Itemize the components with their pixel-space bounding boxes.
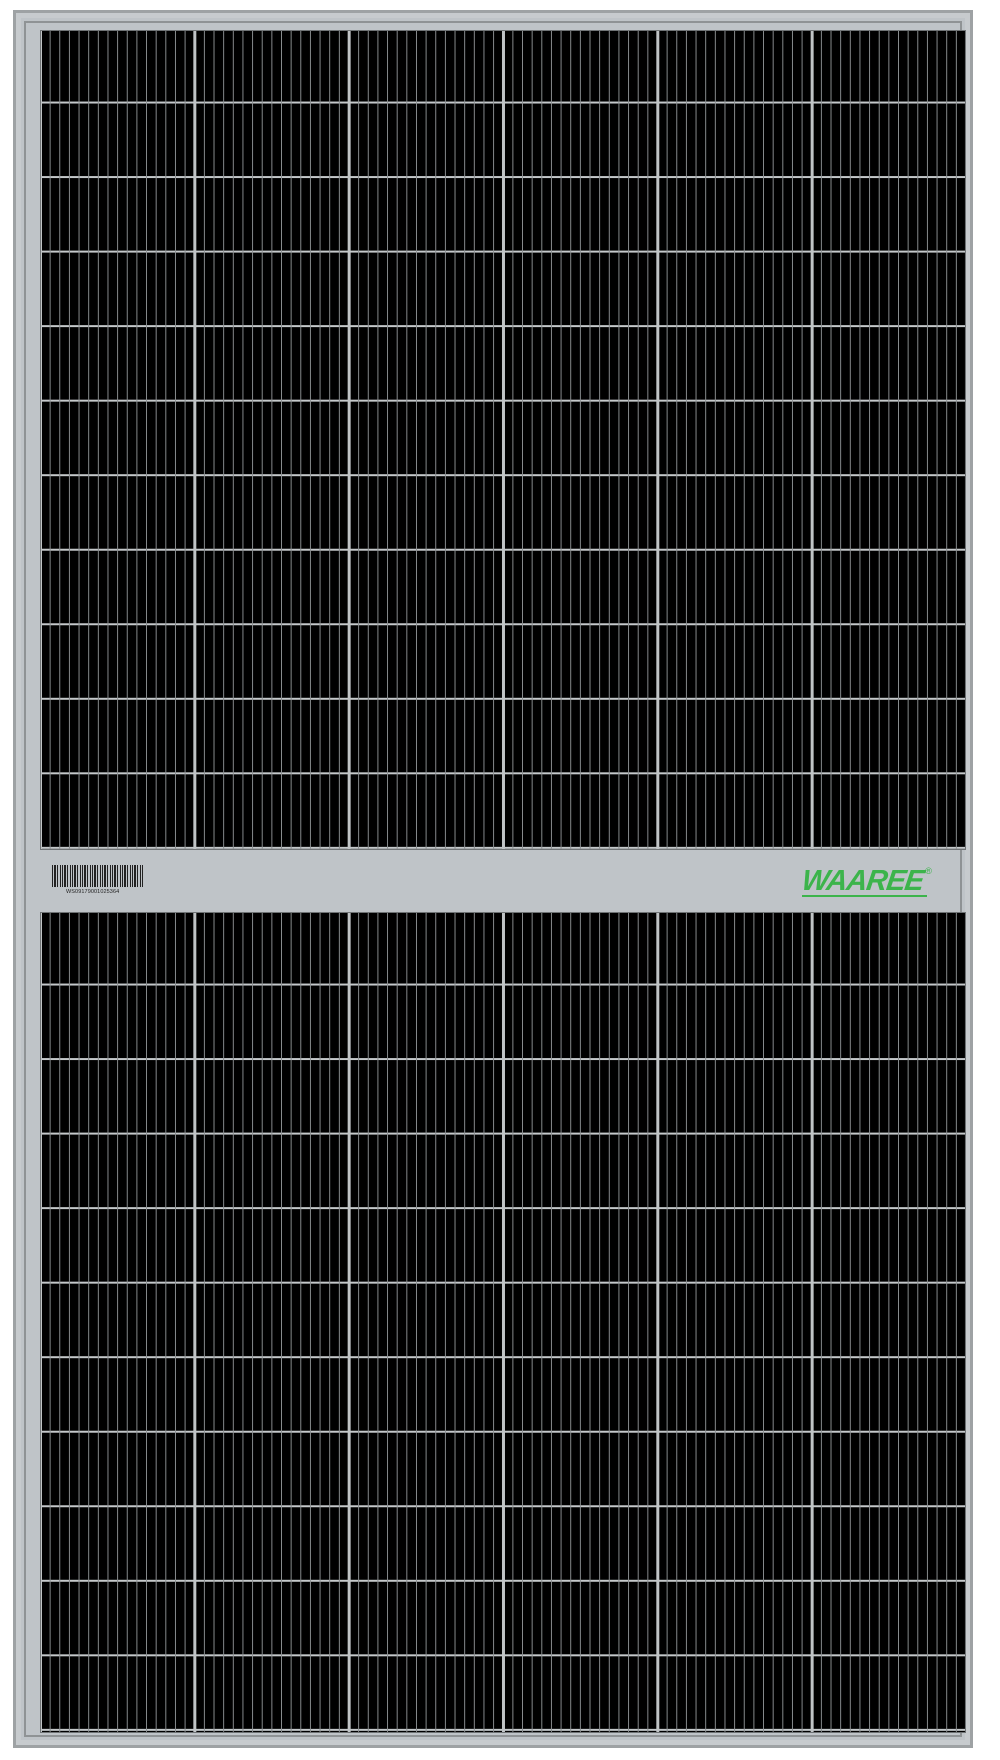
brand-logo: WAAREE ® (799, 865, 932, 897)
serial-number: WS09179001025364 (66, 889, 120, 895)
registered-mark: ® (925, 866, 932, 876)
barcode-label: WS09179001025364 (52, 865, 152, 895)
solar-panel: WS09179001025364 WAAREE ® (13, 10, 973, 1748)
logo-underline (802, 895, 927, 897)
barcode-icon (52, 865, 143, 887)
cell-array-bottom (40, 912, 966, 1733)
brand-name: WAAREE (799, 865, 926, 897)
cell-array-top (40, 30, 966, 850)
